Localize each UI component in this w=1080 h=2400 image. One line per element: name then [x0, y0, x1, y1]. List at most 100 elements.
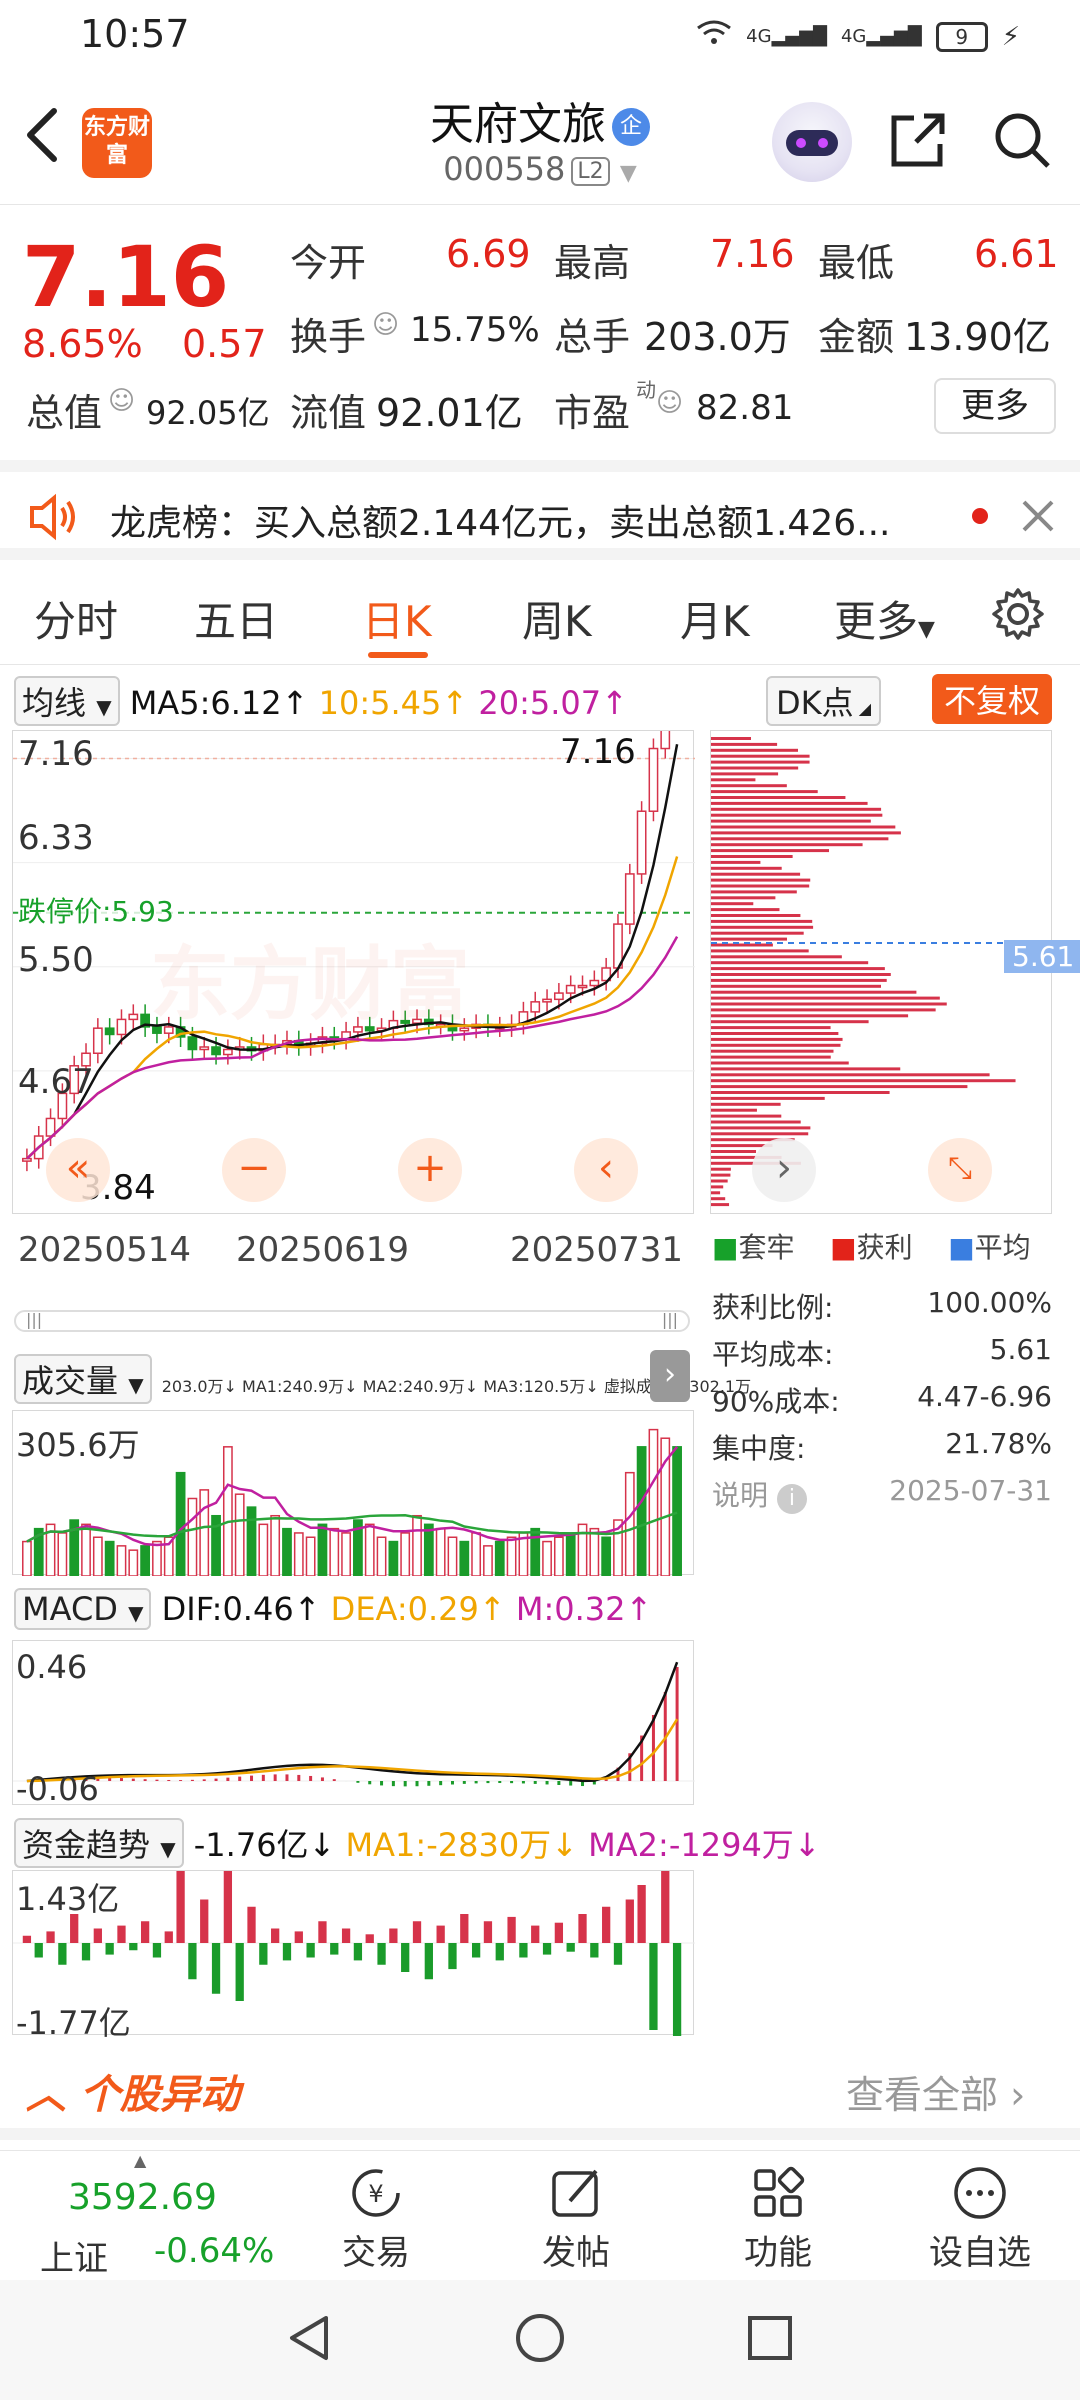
period-tabs: 分时 五日 日K 周K 月K 更多▼ — [0, 570, 1080, 665]
fund-bar — [412, 1921, 422, 1943]
range-scrollbar[interactable]: ||| ||| — [14, 1310, 690, 1332]
system-home-icon[interactable] — [512, 2310, 568, 2370]
fund-bar — [365, 1934, 374, 1943]
fund-bar — [353, 1943, 363, 1961]
dk-point-button[interactable]: DK点 ◢ — [766, 676, 882, 726]
volume-bar — [222, 1446, 233, 1576]
chip-bar — [711, 931, 804, 935]
fund-bar — [578, 1914, 587, 1943]
macd-panel[interactable] — [12, 1640, 695, 1805]
index-value[interactable]: 3592.69 — [68, 2177, 217, 2218]
tab-more[interactable]: 更多▼ — [834, 588, 935, 649]
index-percent[interactable]: -0.64% — [154, 2231, 274, 2271]
chip-bar — [711, 1049, 834, 1053]
settings-gear-icon[interactable] — [988, 584, 1048, 648]
expand-icon[interactable]: ⤡ — [928, 1138, 992, 1202]
share-icon[interactable] — [886, 108, 950, 172]
volume-bar — [589, 1527, 600, 1576]
info-icon[interactable]: ☺ — [108, 386, 135, 416]
nav-post[interactable]: 发帖 — [506, 2161, 646, 2274]
tab-monthly-k[interactable]: 月K — [680, 588, 750, 649]
fund-bar — [672, 1943, 682, 2036]
low-value: 6.61 — [974, 232, 1059, 276]
legend-trapped: 套牢 — [738, 1231, 795, 1264]
chip-bar — [711, 1126, 811, 1130]
tab-weekly-k[interactable]: 周K — [522, 588, 592, 649]
next-icon[interactable]: › — [752, 1138, 816, 1202]
fund-bar — [93, 1928, 102, 1943]
nav-trade[interactable]: ¥ 交易 — [306, 2161, 446, 2274]
chip-note[interactable]: 说明 i — [712, 1474, 807, 1521]
chip-bar — [711, 978, 887, 982]
tab-intraday[interactable]: 分时 — [34, 588, 118, 649]
candle-body — [187, 1036, 198, 1051]
volume-bar — [152, 1540, 162, 1576]
chip-bar — [711, 1037, 843, 1041]
high-label: 最高 — [554, 241, 631, 285]
chip-bar — [711, 807, 882, 811]
fund-bar — [34, 1943, 43, 1958]
kline-y-label: 7.16 — [18, 734, 94, 774]
legend-average: 平均 — [974, 1231, 1031, 1264]
chip-bar — [711, 1055, 831, 1059]
macd-selector[interactable]: MACD ▼ — [14, 1588, 152, 1630]
tab-five-day[interactable]: 五日 — [194, 588, 278, 649]
ma-selector[interactable]: 均线 ▼ — [14, 676, 120, 726]
fund-bar — [519, 1943, 528, 1958]
chip-legend: ■套牢 ■获利 ■平均 — [712, 1231, 1031, 1264]
change-percent: 8.65% — [22, 322, 143, 366]
previous-icon[interactable]: ‹ — [574, 1138, 638, 1202]
candle-body — [577, 984, 588, 989]
volume-selector[interactable]: 成交量 ▼ — [14, 1354, 152, 1404]
candle-body — [199, 1046, 210, 1051]
abnormal-title[interactable]: ︿ 个股异动 — [26, 2062, 240, 2120]
dragon-tiger-notice[interactable]: 龙虎榜：买入总额2.144亿元，卖出总额1.426... — [0, 460, 1080, 560]
system-back-icon[interactable] — [282, 2310, 338, 2370]
notice-text: 龙虎榜：买入总额2.144亿元，卖出总额1.426... — [110, 503, 891, 544]
chip-stat-key: 获利比例: — [712, 1291, 834, 1324]
date-label: 20250514 — [18, 1230, 192, 1270]
edit-icon — [506, 2161, 646, 2225]
enterprise-badge: 企 — [612, 108, 650, 146]
fund-bar — [566, 1943, 575, 1952]
index-name[interactable]: 上证 — [40, 2231, 108, 2280]
ma20-value: 20:5.07↑ — [478, 684, 628, 722]
chip-date: 2025-07-31 — [889, 1474, 1052, 1507]
fund-trend-selector[interactable]: 资金趋势 ▼ — [14, 1818, 184, 1868]
nav-functions[interactable]: 功能 — [708, 2161, 848, 2274]
search-icon[interactable] — [990, 108, 1054, 172]
chip-stat-value: 5.61 — [989, 1333, 1052, 1366]
chip-bar — [711, 778, 756, 782]
info-icon[interactable]: ☺ — [656, 388, 683, 418]
pe-label: 市盈 — [554, 391, 631, 435]
system-recents-icon[interactable] — [742, 2310, 798, 2370]
chip-stat-row: 集中度: 21.78% — [712, 1427, 1052, 1474]
chip-stat-row: 平均成本: 5.61 — [712, 1333, 1052, 1380]
expand-panel-icon[interactable]: › — [650, 1350, 690, 1402]
chip-bar — [711, 1167, 731, 1171]
signal-icon-2: 4G▂▄▆█ — [840, 26, 922, 47]
ai-assistant-icon[interactable] — [772, 102, 852, 182]
zoom-in-icon[interactable]: + — [398, 1138, 462, 1202]
chip-bar — [711, 914, 801, 917]
kline-y-label: 4.67 — [18, 1062, 94, 1102]
fund-bar — [330, 1943, 339, 1955]
chip-bar — [711, 784, 787, 788]
tab-daily-k[interactable]: 日K — [362, 588, 432, 649]
more-quote-button[interactable]: 更多 — [934, 378, 1056, 434]
nav-watchlist[interactable]: 设自选 — [910, 2161, 1050, 2274]
chip-bar — [711, 1197, 726, 1201]
grid-icon — [708, 2161, 848, 2225]
chip-bar — [711, 1096, 825, 1100]
zoom-out-icon[interactable]: − — [222, 1138, 286, 1202]
chip-stat-row: 90%成本: 4.47-6.96 — [712, 1380, 1052, 1427]
chip-bar — [711, 1026, 831, 1030]
fund-value: -1.76亿↓ — [193, 1826, 336, 1864]
info-icon[interactable]: ☺ — [372, 310, 399, 340]
view-all-link[interactable]: 查看全部 › — [846, 2064, 1025, 2119]
close-icon[interactable] — [1018, 496, 1058, 540]
adjust-mode-button[interactable]: 不复权 — [932, 674, 1053, 724]
volume-bar — [648, 1428, 659, 1576]
rewind-icon[interactable]: « — [46, 1138, 110, 1202]
chip-distribution-panel[interactable] — [710, 730, 1053, 1214]
